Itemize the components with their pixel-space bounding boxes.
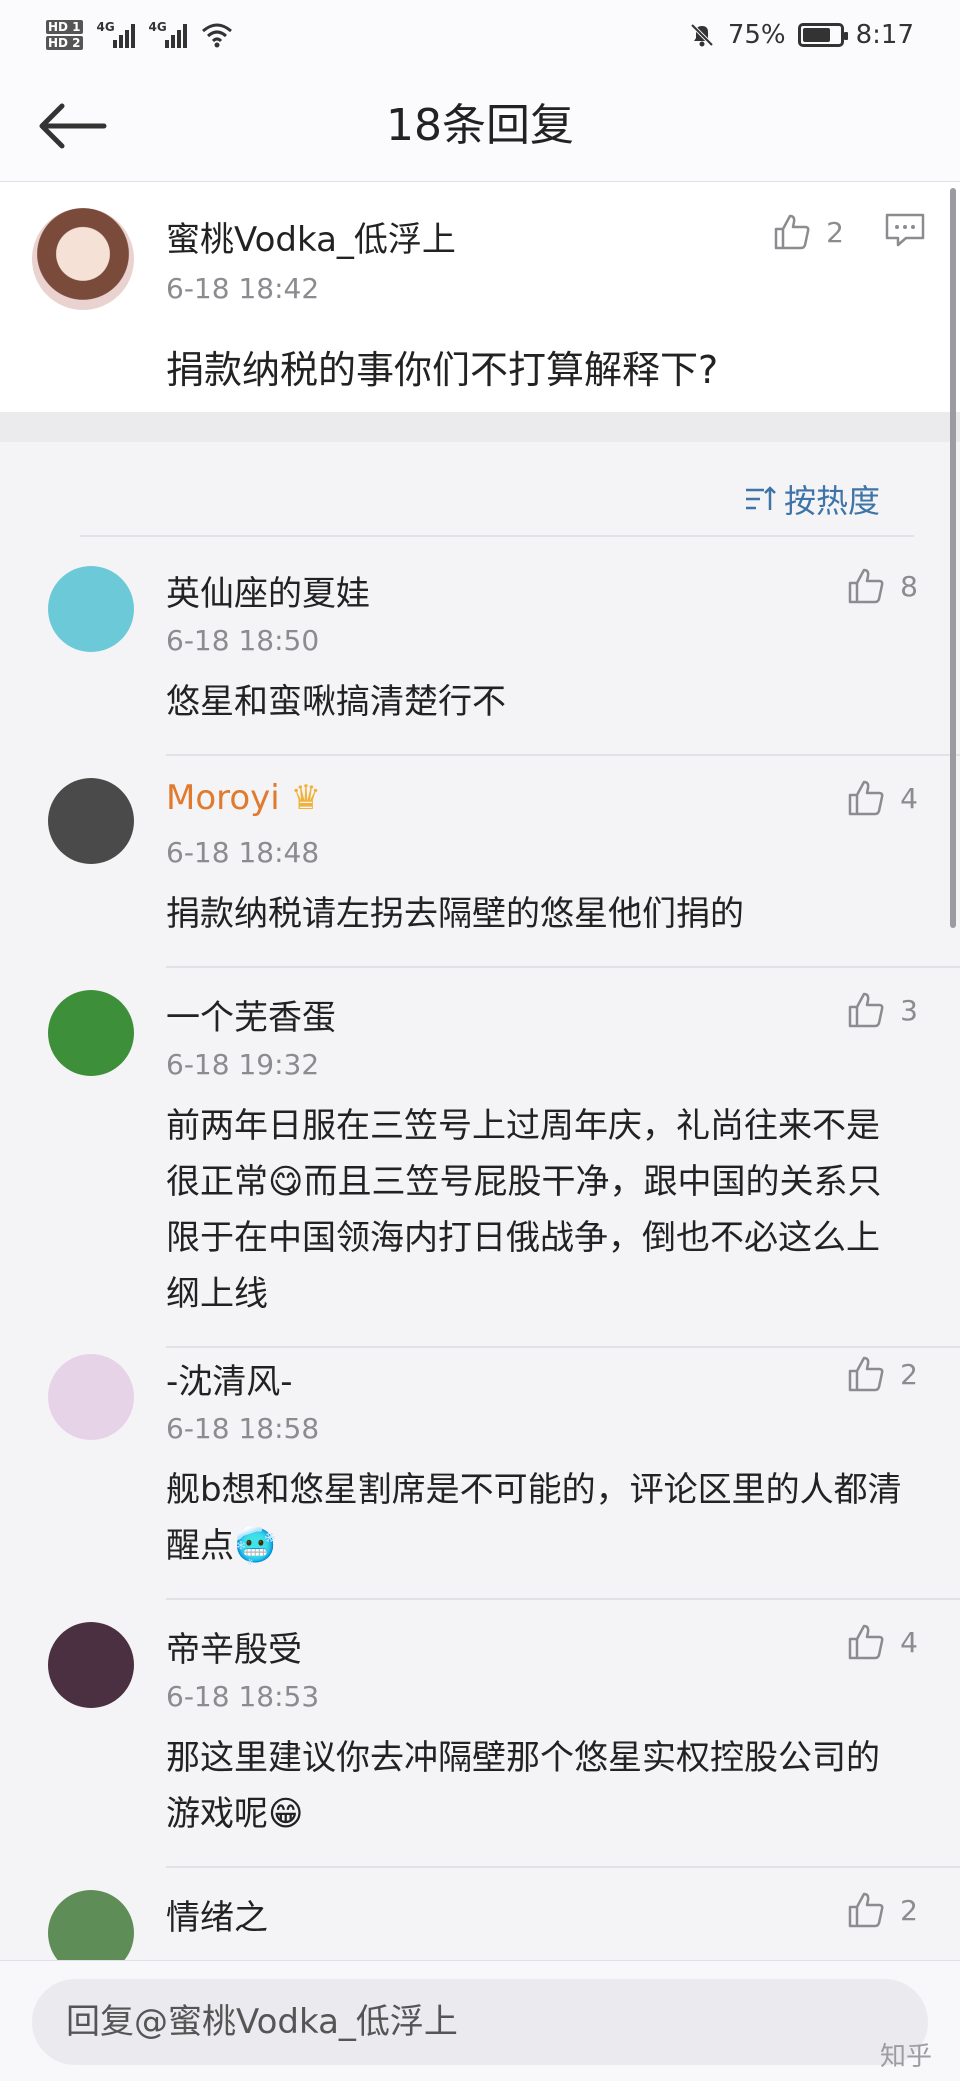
- battery-percent: 75%: [727, 20, 786, 50]
- like-button[interactable]: 3: [846, 990, 918, 1030]
- reply-bar: 回复@蜜桃Vodka_低浮上: [0, 1960, 960, 2081]
- avatar[interactable]: [32, 208, 134, 310]
- clock: 8:17: [855, 20, 914, 50]
- sort-button[interactable]: 按热度: [744, 476, 880, 522]
- comment-time: 6-18 18:53: [166, 1680, 320, 1713]
- divider: [166, 754, 960, 756]
- like-button[interactable]: 8: [846, 566, 918, 606]
- comment-time: 6-18 19:32: [166, 1048, 320, 1081]
- like-count: 4: [900, 1625, 918, 1659]
- page-title: 18条回复: [386, 100, 574, 151]
- sort-bar: 按热度: [0, 442, 960, 538]
- divider: [166, 1866, 960, 1868]
- like-count: 2: [900, 1357, 918, 1391]
- avatar[interactable]: [48, 778, 134, 864]
- comment-icon[interactable]: [884, 212, 926, 248]
- status-bar: HD 1 HD 2 4G 4G 75% 8:17: [0, 0, 960, 70]
- like-button[interactable]: 4: [846, 1622, 918, 1662]
- thumbs-up-icon: [848, 1892, 884, 1928]
- comment-time: 6-18 18:48: [166, 836, 320, 869]
- author-name[interactable]: 英仙座的夏娃: [166, 566, 370, 615]
- wifi-icon: [201, 23, 232, 48]
- divider: [166, 1598, 960, 1600]
- like-count: 3: [900, 993, 918, 1027]
- crown-icon: ♛: [290, 778, 322, 818]
- comment-text: 那这里建议你去冲隔壁那个悠星实权控股公司的游戏呢😁: [166, 1738, 880, 1834]
- thumbs-up-icon: [848, 780, 884, 816]
- signal-icon: 4G: [149, 20, 187, 48]
- battery-icon: [797, 23, 848, 47]
- thumbs-up-icon: [848, 568, 884, 604]
- sort-icon: [745, 486, 776, 510]
- root-comment: 蜜桃Vodka_低浮上 6-18 18:42 捐款纳税的事你们不打算解释下? 2: [0, 182, 960, 412]
- comment-text: 舰b想和悠星割席是不可能的，评论区里的人都清醒点🥶: [166, 1470, 902, 1566]
- like-button[interactable]: 2: [846, 1354, 918, 1394]
- thumbs-up-icon: [848, 992, 884, 1028]
- scrollbar[interactable]: [950, 188, 956, 928]
- author-name[interactable]: 一个芜香蛋: [166, 990, 336, 1039]
- thumbs-up-icon: [848, 1356, 884, 1392]
- author-name[interactable]: 帝辛殷受: [166, 1622, 302, 1671]
- author-name[interactable]: -沈清风-: [166, 1354, 293, 1403]
- like-count: 2: [900, 1893, 918, 1927]
- author-name[interactable]: 情绪之: [166, 1890, 268, 1939]
- avatar[interactable]: [48, 990, 134, 1076]
- avatar[interactable]: [48, 1622, 134, 1708]
- sim-indicator: HD 1 HD 2: [46, 20, 83, 50]
- thumbs-up-icon: [774, 214, 810, 250]
- comment-text: 捐款纳税的事你们不打算解释下?: [166, 348, 719, 392]
- like-count: 4: [900, 781, 918, 815]
- divider: [80, 535, 914, 537]
- thumbs-up-icon: [848, 1624, 884, 1660]
- comment-text: 悠星和蛮啾搞清楚行不: [166, 682, 506, 722]
- avatar[interactable]: [48, 1354, 134, 1440]
- comment-time: 6-18 18:50: [166, 624, 320, 657]
- like-count: 8: [900, 569, 918, 603]
- divider: [166, 966, 960, 968]
- author-name[interactable]: Moroyi ♛: [166, 778, 321, 818]
- signal-icon: 4G: [97, 20, 135, 48]
- header: 18条回复: [0, 70, 960, 182]
- mute-bell-icon: [690, 23, 714, 47]
- author-name[interactable]: 蜜桃Vodka_低浮上: [166, 212, 456, 261]
- comment-text: 捐款纳税请左拐去隔壁的悠星他们捐的: [166, 894, 744, 934]
- like-button[interactable]: 4: [846, 778, 918, 818]
- section-divider: [0, 412, 960, 442]
- like-button[interactable]: 2: [772, 212, 844, 252]
- avatar[interactable]: [48, 566, 134, 652]
- comment-time: 6-18 18:42: [166, 272, 320, 305]
- comment-time: 6-18 18:58: [166, 1412, 320, 1445]
- divider: [166, 1346, 960, 1348]
- watermark: 知乎: [879, 2042, 932, 2072]
- like-button[interactable]: 2: [846, 1890, 918, 1930]
- sort-label: 按热度: [783, 482, 880, 520]
- like-count: 2: [826, 215, 844, 249]
- comment-text: 前两年日服在三笠号上过周年庆，礼尚往来不是很正常😋而且三笠号屁股干净，跟中国的关…: [166, 1106, 882, 1314]
- reply-input[interactable]: 回复@蜜桃Vodka_低浮上: [32, 1979, 928, 2065]
